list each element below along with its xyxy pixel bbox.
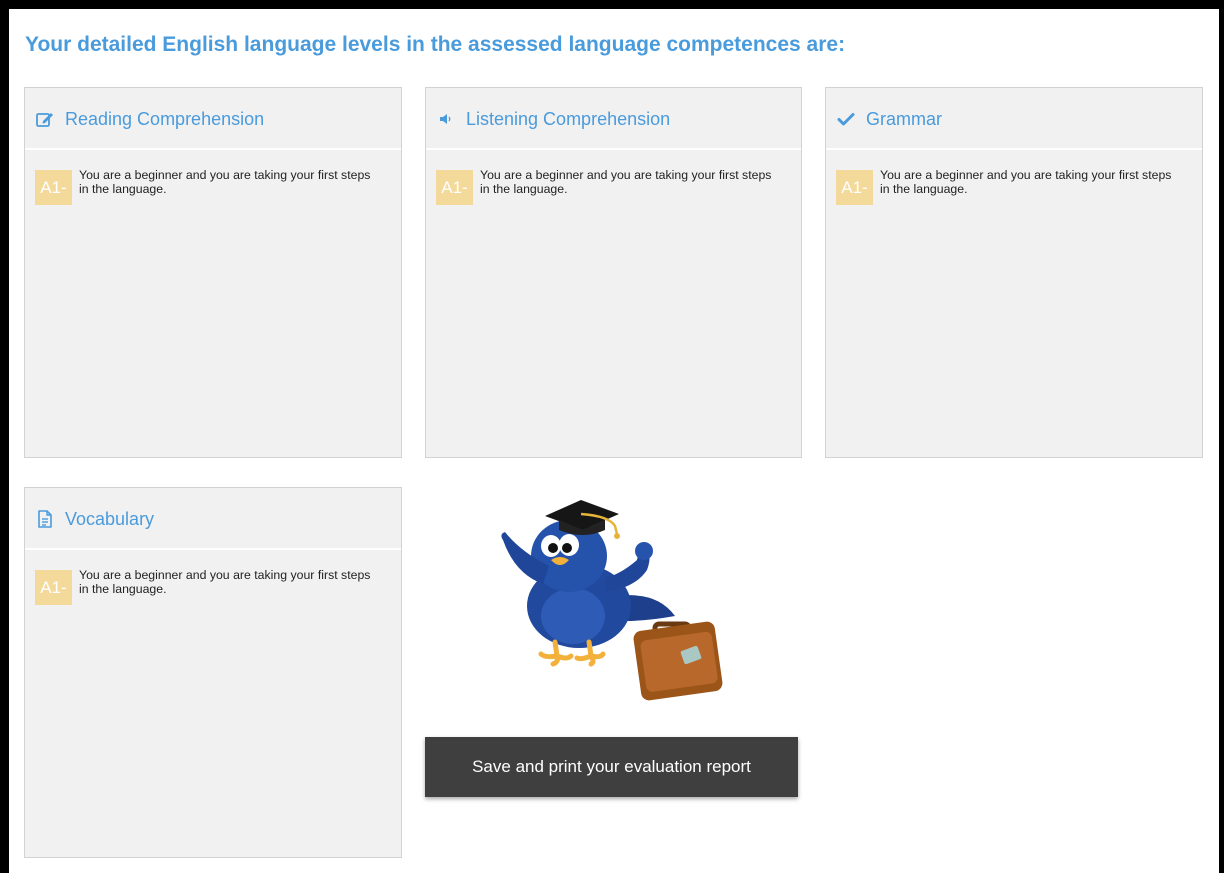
card-header: Listening Comprehension [426, 88, 801, 150]
checkmark-icon [836, 109, 856, 129]
card-body: A1- You are a beginner and you are takin… [426, 150, 801, 205]
level-description: You are a beginner and you are taking yo… [79, 168, 371, 196]
speaker-icon [436, 109, 456, 129]
card-body: A1- You are a beginner and you are takin… [25, 150, 401, 205]
competence-card-listening: Listening Comprehension A1- You are a be… [425, 87, 802, 458]
page-title: Your detailed English language levels in… [25, 33, 846, 56]
edit-icon [35, 109, 55, 129]
graduate-bird-illustration [497, 496, 727, 702]
card-header: Vocabulary [25, 488, 401, 550]
level-badge: A1- [35, 570, 72, 605]
card-title: Grammar [866, 108, 942, 129]
card-title: Reading Comprehension [65, 108, 265, 129]
level-description: You are a beginner and you are taking yo… [880, 168, 1172, 196]
card-body: A1- You are a beginner and you are takin… [826, 150, 1202, 205]
save-print-report-button[interactable]: Save and print your evaluation report [425, 737, 798, 797]
competence-card-reading: Reading Comprehension A1- You are a begi… [24, 87, 402, 458]
competence-card-vocabulary: Vocabulary A1- You are a beginner and yo… [24, 487, 402, 858]
level-badge: A1- [836, 170, 873, 205]
card-body: A1- You are a beginner and you are takin… [25, 550, 401, 605]
suitcase-icon [633, 621, 723, 701]
competence-card-grammar: Grammar A1- You are a beginner and you a… [825, 87, 1203, 458]
card-title: Vocabulary [65, 508, 155, 529]
level-description: You are a beginner and you are taking yo… [480, 168, 772, 196]
document-icon [35, 509, 55, 529]
level-description: You are a beginner and you are taking yo… [79, 568, 371, 596]
card-title: Listening Comprehension [466, 108, 671, 129]
level-badge: A1- [35, 170, 72, 205]
card-header: Reading Comprehension [25, 88, 401, 150]
level-badge: A1- [436, 170, 473, 205]
card-header: Grammar [826, 88, 1202, 150]
